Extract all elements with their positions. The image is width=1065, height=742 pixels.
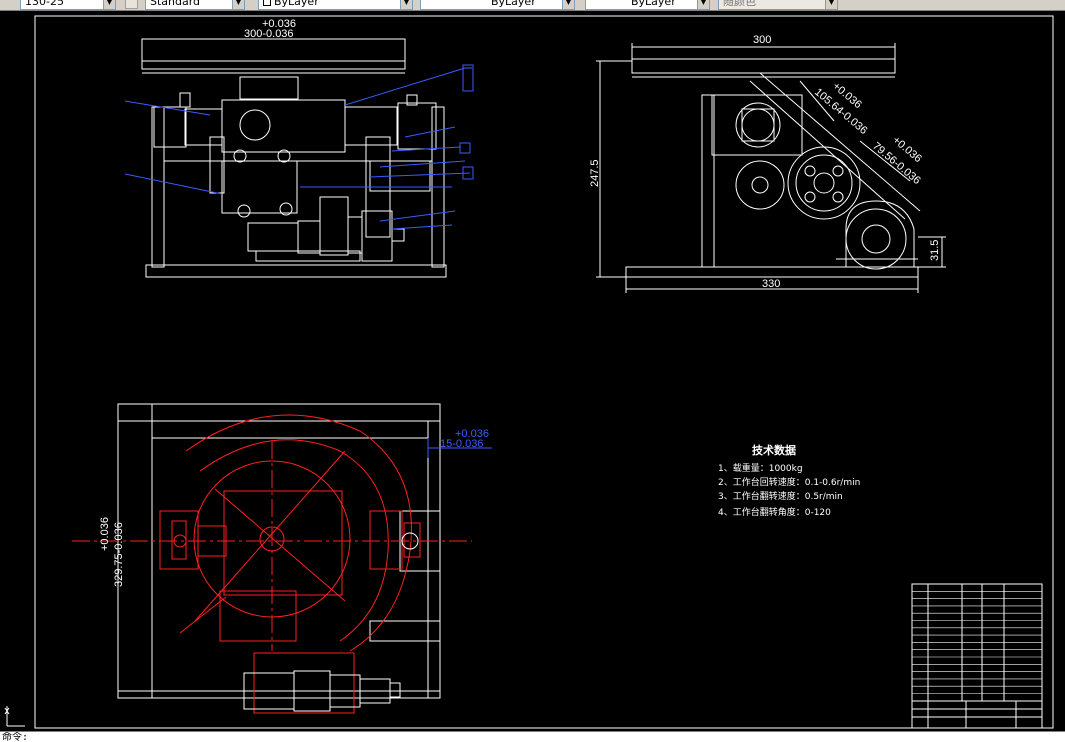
- layer-value: ByLayer: [274, 0, 319, 8]
- tech-notes-title: 技术数据: [752, 443, 796, 457]
- bom-rows: [912, 590, 1042, 694]
- tech-notes: 技术数据 1、载重量：1000kg 2、工作台回转速度：0.1-0.6r/min…: [718, 443, 860, 518]
- properties-toolbar: 130-25 ▼ Standard ▼ ByLayer ▼ ByLayer ▼ …: [0, 0, 1065, 11]
- plan-left-tolerance: +0.036: [99, 517, 111, 551]
- lineweight-select[interactable]: ByLayer ▼: [585, 0, 710, 10]
- drawing-svg[interactable]: +0.036 300-0.036 300 247.5 330 31.5 105.…: [0, 11, 1065, 731]
- tech-note-item: 1、载重量：1000kg: [718, 462, 803, 474]
- front-small-height: 31.5: [929, 240, 941, 261]
- dim-style-value: Standard: [150, 0, 201, 8]
- color-swatch-icon: [263, 0, 271, 6]
- command-line[interactable]: 命令:: [0, 731, 1065, 742]
- title-block-bottom: [912, 700, 1042, 728]
- chevron-down-icon[interactable]: ▼: [400, 0, 412, 9]
- side-width-dim: 300-0.036: [244, 28, 294, 40]
- text-style-select[interactable]: 130-25 ▼: [20, 0, 116, 10]
- dim-style-select[interactable]: Standard ▼: [145, 0, 245, 10]
- chevron-down-icon[interactable]: ▼: [825, 0, 837, 9]
- plotstyle-value: 随颜色: [723, 0, 756, 8]
- ucs-icon: [4, 706, 25, 727]
- chevron-down-icon[interactable]: ▼: [697, 0, 709, 9]
- plan-left-dim: 329.75-0.036: [113, 522, 125, 587]
- text-style-value: 130-25: [25, 0, 64, 8]
- plan-view-frame: [117, 403, 441, 699]
- front-bottom-width: 330: [762, 278, 780, 290]
- chevron-down-icon[interactable]: ▼: [232, 0, 244, 9]
- linetype-value: ByLayer: [491, 0, 536, 8]
- front-top-width: 300: [753, 34, 771, 46]
- tech-note-item: 4、工作台翻转角度：0-120: [718, 506, 831, 518]
- linetype-select[interactable]: ByLayer ▼: [420, 0, 575, 10]
- plotstyle-select[interactable]: 随颜色 ▼: [718, 0, 838, 10]
- layer-select[interactable]: ByLayer ▼: [258, 0, 413, 10]
- lineweight-value: ByLayer: [631, 0, 676, 8]
- chevron-down-icon[interactable]: ▼: [103, 0, 115, 9]
- plan-view-red: [72, 414, 472, 714]
- plan-right-dim: 15-0.036: [440, 438, 483, 450]
- dim-style-icon[interactable]: [125, 0, 138, 9]
- side-view: [141, 38, 447, 278]
- command-prompt: 命令:: [2, 732, 29, 742]
- tech-note-item: 2、工作台回转速度：0.1-0.6r/min: [718, 476, 860, 488]
- tech-note-item: 3、工作台翻转速度：0.5r/min: [718, 490, 843, 502]
- drawing-border: [34, 15, 1054, 729]
- plan-view-motor: [243, 532, 419, 712]
- front-view: [625, 58, 921, 278]
- front-height-dim: 247.5: [589, 159, 601, 187]
- title-block: [911, 583, 1043, 729]
- chevron-down-icon[interactable]: ▼: [562, 0, 574, 9]
- drawing-canvas[interactable]: +0.036 300-0.036 300 247.5 330 31.5 105.…: [0, 11, 1065, 731]
